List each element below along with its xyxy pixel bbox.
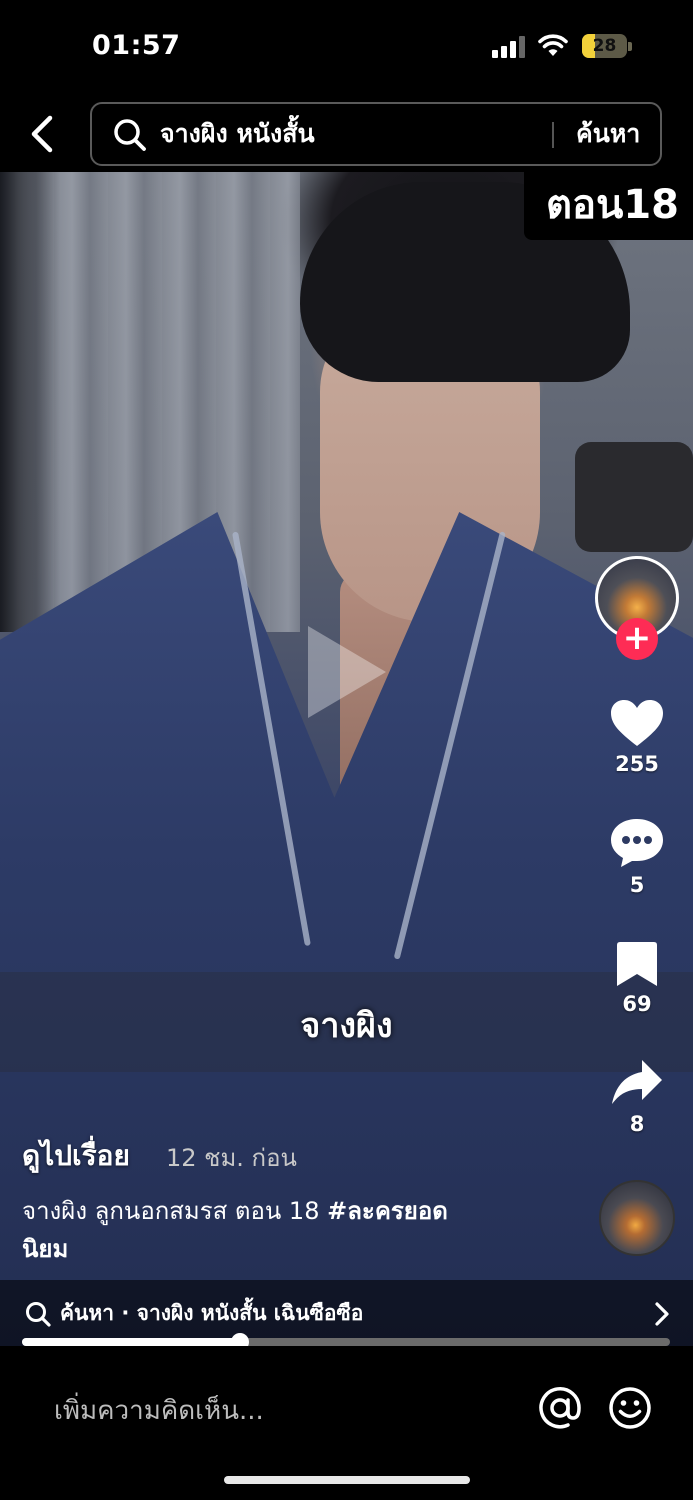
search-suggestion-text: ค้นหา · จางผิง หนังสั้น เฉินซือซือ (60, 1301, 364, 1325)
battery-level: 28 (592, 36, 617, 56)
progress-fill (22, 1338, 241, 1346)
video-subtitle: จางผิง (300, 1006, 393, 1046)
author-name[interactable]: ดูไปเรื่อย (22, 1134, 130, 1178)
share-button[interactable]: 8 (600, 1058, 674, 1136)
episode-badge: ตอน18 (523, 172, 693, 240)
share-icon (612, 1060, 662, 1104)
plus-icon: + (622, 618, 652, 658)
music-disc[interactable] (599, 1180, 675, 1256)
share-count: 8 (629, 1112, 645, 1136)
search-divider (552, 122, 554, 148)
search-icon (26, 1302, 51, 1327)
battery-icon: 28 (582, 34, 632, 58)
comment-input[interactable]: เพิ่มความคิดเห็น... (54, 1390, 264, 1431)
wifi-icon (538, 34, 568, 56)
heart-icon (611, 700, 663, 746)
home-indicator (224, 1476, 470, 1484)
video-description: จางผิง ลูกนอกสมรส ตอน 18 #ละครยอดนิยม (22, 1192, 492, 1268)
status-bar: 01:57 28 (0, 0, 693, 96)
comment-count: 5 (629, 873, 645, 897)
playback-progress[interactable] (22, 1333, 670, 1351)
comment-icon (611, 819, 663, 867)
bookmark-button[interactable]: 69 (600, 940, 674, 1016)
like-count: 255 (615, 752, 659, 776)
status-time: 01:57 (92, 30, 181, 61)
chevron-left-icon[interactable] (22, 112, 62, 156)
comment-button[interactable]: 5 (600, 817, 674, 897)
chevron-right-icon (655, 1302, 669, 1326)
search-input[interactable]: จางผิง หนังสั้น (160, 116, 315, 152)
bookmark-icon (617, 942, 657, 986)
search-suggestion-bar[interactable]: ค้นหา · จางผิง หนังสั้น เฉินซือซือ (0, 1280, 693, 1346)
at-icon[interactable] (538, 1386, 582, 1430)
cellular-signal-icon (492, 36, 528, 58)
emoji-icon[interactable] (608, 1386, 652, 1430)
search-icon (114, 119, 146, 151)
bookmark-count: 69 (622, 992, 652, 1016)
search-button[interactable]: ค้นหา (576, 116, 640, 152)
follow-button[interactable]: + (616, 618, 658, 660)
search-box[interactable]: จางผิง หนังสั้น ค้นหา (90, 102, 662, 166)
like-button[interactable]: 255 (600, 698, 674, 776)
search-header: จางผิง หนังสั้น ค้นหา (0, 96, 693, 172)
posted-time: 12 ชม. ก่อน (166, 1144, 297, 1172)
play-icon[interactable] (300, 622, 390, 722)
description-text: จางผิง ลูกนอกสมรส ตอน 18 (22, 1197, 328, 1225)
